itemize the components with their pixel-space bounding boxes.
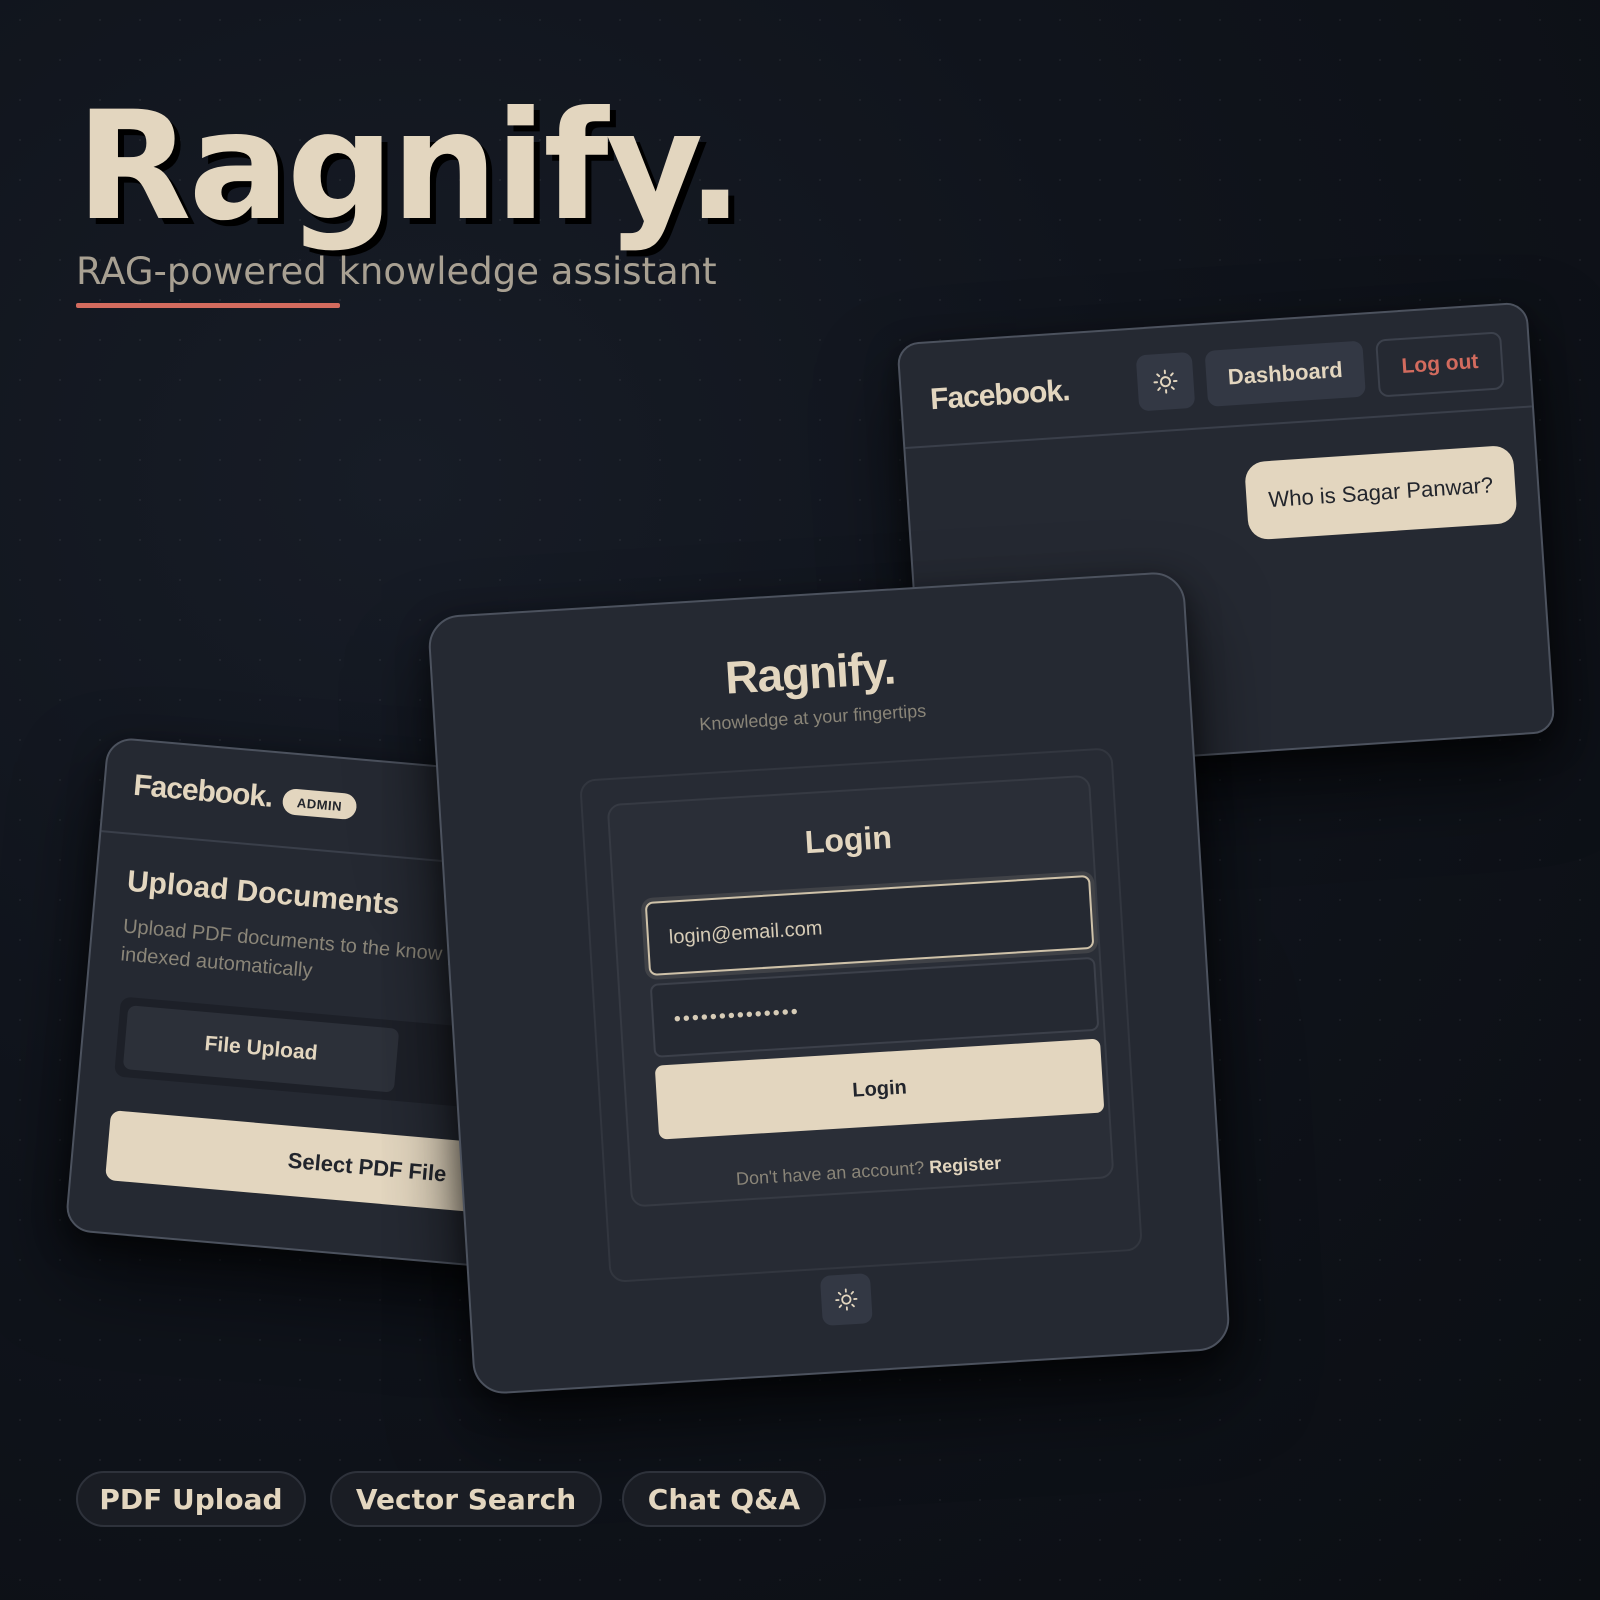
user-message-bubble: Who is Sagar Panwar?: [1244, 444, 1518, 541]
register-prompt: Don't have an account? Register: [603, 1145, 1133, 1198]
tab-file-upload[interactable]: File Upload: [122, 1005, 400, 1093]
upload-title: Upload Documents: [125, 864, 401, 922]
chat-header: Facebook. Dashboard Log out: [898, 303, 1533, 450]
upload-brand-logo[interactable]: Facebook.: [132, 769, 274, 815]
logout-button[interactable]: Log out: [1375, 331, 1505, 398]
hero-title: Ragnify.: [76, 80, 744, 254]
sun-icon: [835, 1288, 858, 1311]
chat-brand-logo[interactable]: Facebook.: [929, 374, 1070, 417]
register-prompt-text: Don't have an account?: [735, 1157, 925, 1190]
sun-icon: [1153, 369, 1178, 394]
dashboard-button[interactable]: Dashboard: [1204, 340, 1366, 407]
theme-toggle-button[interactable]: [819, 1273, 873, 1327]
login-heading: Login: [803, 818, 893, 861]
theme-toggle-button[interactable]: [1135, 351, 1196, 412]
register-link[interactable]: Register: [929, 1153, 1002, 1177]
feature-pill-vector-search: Vector Search: [330, 1471, 602, 1527]
feature-pill-pdf-upload: PDF Upload: [76, 1471, 306, 1527]
login-form: Login Login Don't have an account? Regis…: [579, 748, 1139, 1279]
hero-subtitle: RAG-powered knowledge assistant: [76, 250, 717, 293]
login-button[interactable]: Login: [654, 1038, 1105, 1140]
hero-underline-accent: [76, 303, 340, 308]
feature-pill-chat-qa: Chat Q&A: [622, 1471, 826, 1527]
admin-badge: ADMIN: [281, 787, 358, 821]
login-window: Ragnify. Knowledge at your fingertips Lo…: [426, 570, 1232, 1396]
